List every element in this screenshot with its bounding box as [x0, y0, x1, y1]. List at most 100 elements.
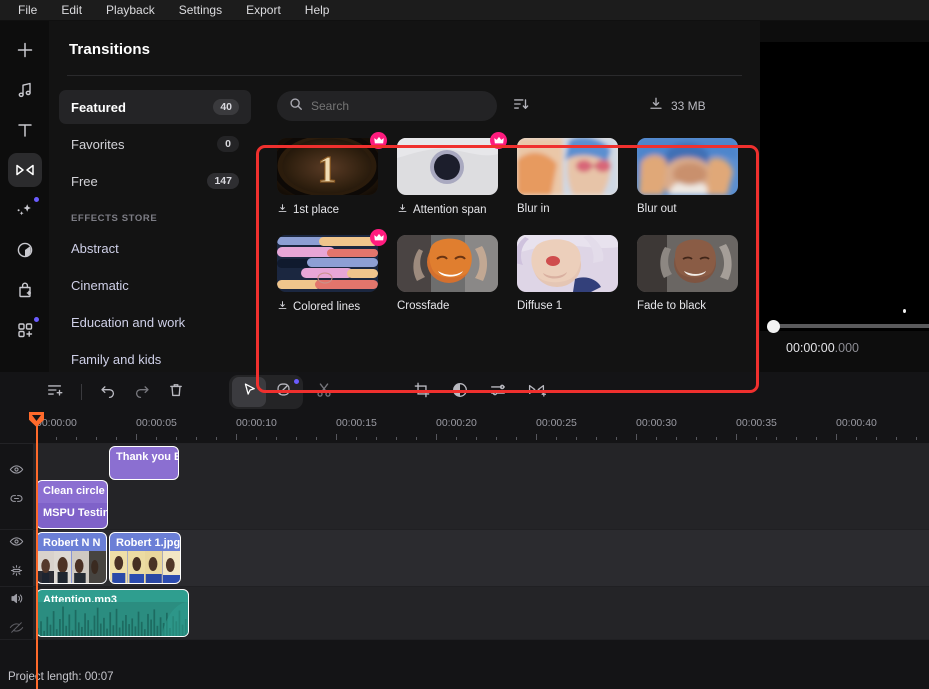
- download-size-indicator[interactable]: 33 MB: [648, 96, 706, 117]
- transition-tile[interactable]: Colored lines: [277, 229, 397, 314]
- transition-tile[interactable]: Diffuse 1: [517, 235, 637, 314]
- menu-item-playback[interactable]: Playback: [96, 1, 165, 19]
- add-track-button[interactable]: [38, 377, 72, 407]
- transition-thumbnail[interactable]: [637, 235, 738, 292]
- store-category-family-label: Family and kids: [71, 351, 162, 367]
- menu-item-settings[interactable]: Settings: [169, 1, 232, 19]
- transition-tile[interactable]: Blur out: [637, 138, 757, 217]
- store-category-education-label: Education and work: [71, 314, 186, 330]
- store-category-cinematic[interactable]: Cinematic: [59, 268, 251, 302]
- delete-button[interactable]: [159, 377, 193, 407]
- rail-item-more[interactable]: [8, 313, 42, 347]
- link-icon[interactable]: [9, 491, 24, 511]
- transition-label-row: Blur out: [637, 203, 757, 215]
- split-button[interactable]: [307, 377, 341, 407]
- scrubber-handle[interactable]: [767, 320, 780, 333]
- redo-button[interactable]: [125, 377, 159, 407]
- filmstrip-frame: [145, 551, 163, 583]
- transition-thumbnail[interactable]: [517, 235, 618, 292]
- ruler-label: 00:00:30: [636, 417, 677, 429]
- clip-audio[interactable]: Attention.mp3: [36, 589, 189, 637]
- eye-icon[interactable]: [9, 462, 24, 482]
- edit-tool-group: [229, 375, 303, 409]
- download-icon[interactable]: [397, 203, 408, 217]
- adjust-button[interactable]: [481, 377, 515, 407]
- bag-plus-icon: [15, 280, 35, 300]
- category-featured[interactable]: Featured 40: [59, 90, 251, 124]
- rail-item-transitions[interactable]: [7, 153, 42, 187]
- category-favorites[interactable]: Favorites 0: [59, 127, 251, 161]
- transition-thumbnail[interactable]: [397, 138, 498, 195]
- store-category-abstract-label: Abstract: [71, 240, 119, 256]
- clip-text-overlay[interactable]: Thank you Er: [109, 446, 179, 480]
- ruler-label: 00:00:35: [736, 417, 777, 429]
- contrast-button[interactable]: [443, 377, 477, 407]
- store-category-abstract[interactable]: Abstract: [59, 231, 251, 265]
- transition-tile[interactable]: 1 1st place: [277, 132, 397, 217]
- ruler-label: 00:00:25: [536, 417, 577, 429]
- transition-thumbnail[interactable]: [277, 235, 378, 292]
- transition-button[interactable]: [519, 377, 553, 407]
- search-box[interactable]: [277, 91, 497, 121]
- scrubber-track[interactable]: [774, 324, 929, 328]
- preview-scrubber[interactable]: [760, 320, 929, 333]
- sort-button[interactable]: [512, 95, 530, 118]
- download-icon[interactable]: [277, 300, 288, 314]
- video-preview-surface[interactable]: [760, 42, 929, 321]
- track-lane[interactable]: Thank you Er Clean circle MSPU Testing: [33, 444, 929, 529]
- playhead[interactable]: [29, 412, 44, 689]
- store-category-education-and-work[interactable]: Education and work: [59, 305, 251, 339]
- rail-item-effects[interactable]: [8, 193, 42, 227]
- eye-icon[interactable]: [9, 534, 24, 554]
- mask-tool-button[interactable]: [266, 377, 300, 407]
- transition-name: Crossfade: [397, 300, 450, 312]
- transition-tile[interactable]: Fade to black: [637, 235, 757, 314]
- crown-icon: [493, 132, 504, 150]
- colored-lines-thumb-art: [277, 235, 378, 292]
- download-icon[interactable]: [277, 203, 288, 217]
- transition-thumbnail[interactable]: [397, 235, 498, 292]
- svg-text:1: 1: [318, 149, 337, 191]
- clip-video-1[interactable]: Robert N N: [36, 532, 107, 584]
- rail-item-text[interactable]: [8, 113, 42, 147]
- timeline-ruler[interactable]: 00:00:00 00:00:05 00:00:10 00:00:15 00:0…: [0, 412, 929, 444]
- track-effects-icon[interactable]: [9, 563, 24, 583]
- search-icon: [289, 97, 303, 116]
- menu-item-help[interactable]: Help: [295, 1, 340, 19]
- timeline: 00:00:00 00:00:05 00:00:10 00:00:15 00:0…: [0, 372, 929, 689]
- transition-tile[interactable]: Crossfade: [397, 235, 517, 314]
- menu-item-edit[interactable]: Edit: [51, 1, 92, 19]
- rail-item-audio[interactable]: [8, 73, 42, 107]
- rail-item-filters[interactable]: [8, 233, 42, 267]
- filmstrip-frame: [88, 551, 106, 583]
- select-tool-button[interactable]: [232, 377, 266, 407]
- track-lane[interactable]: Robert N N Robert 1.jpg: [33, 530, 929, 586]
- clip-label: Thank you Er: [116, 451, 178, 463]
- transitions-panel: Transitions Featured 40 Favorites 0 Free…: [49, 21, 760, 372]
- store-category-family-and-kids[interactable]: Family and kids: [59, 342, 251, 372]
- crop-button[interactable]: [405, 377, 439, 407]
- category-free-count: 147: [207, 173, 239, 189]
- ruler-label: 00:00:10: [236, 417, 277, 429]
- track-header: [0, 587, 33, 639]
- transition-thumbnail[interactable]: [517, 138, 618, 195]
- category-free[interactable]: Free 147: [59, 164, 251, 198]
- search-input[interactable]: [311, 99, 485, 113]
- menu-item-file[interactable]: File: [8, 1, 47, 19]
- clip-video-2[interactable]: Robert 1.jpg: [109, 532, 181, 584]
- hide-icon[interactable]: [0, 620, 33, 635]
- rail-item-stickers[interactable]: [8, 273, 42, 307]
- transition-tile[interactable]: Blur in: [517, 138, 637, 217]
- speaker-icon[interactable]: [9, 591, 24, 611]
- transition-thumbnail[interactable]: [637, 138, 738, 195]
- transition-tile[interactable]: Attention span: [397, 132, 517, 217]
- transition-thumbnail[interactable]: 1: [277, 138, 378, 195]
- undo-button[interactable]: [91, 377, 125, 407]
- rail-item-add-media[interactable]: [8, 33, 42, 67]
- ruler-label: 00:00:05: [136, 417, 177, 429]
- clip-sticker[interactable]: Clean circle: [36, 480, 108, 504]
- clip-text-main[interactable]: MSPU Testing: [36, 503, 108, 529]
- grid-plus-icon: [15, 320, 35, 340]
- menu-item-export[interactable]: Export: [236, 1, 291, 19]
- track-lane[interactable]: Attention.mp3: [33, 587, 929, 639]
